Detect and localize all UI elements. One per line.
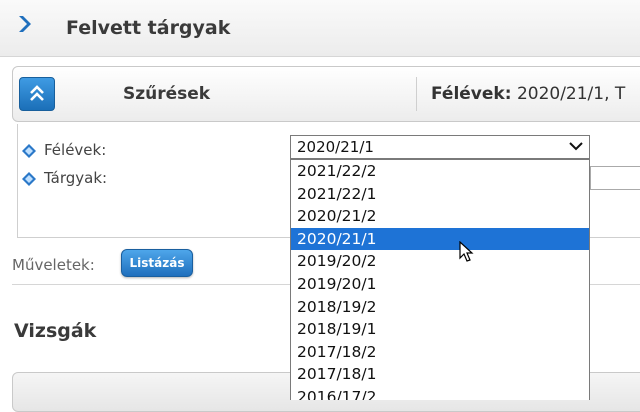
- dropdown-option[interactable]: 2018/19/2: [291, 296, 589, 319]
- chevron-right-icon[interactable]: [14, 14, 34, 34]
- diamond-bullet-icon: [22, 172, 36, 186]
- semester-dropdown-list: 2021/22/2 2021/22/1 2020/21/2 2020/21/1 …: [290, 159, 590, 400]
- double-chevron-up-icon: [30, 85, 44, 101]
- diamond-bullet-icon: [22, 144, 36, 158]
- filter-bar: Szűrések Félévek: 2020/21/1, T: [12, 66, 640, 122]
- semester-select[interactable]: 2020/21/1: [290, 135, 590, 159]
- chevron-down-icon: [569, 142, 583, 151]
- list-button[interactable]: Listázás: [121, 249, 193, 277]
- dropdown-option[interactable]: 2019/20/2: [291, 250, 589, 273]
- divider: [416, 77, 417, 111]
- dropdown-option-selected[interactable]: 2020/21/1: [291, 227, 589, 251]
- dropdown-option[interactable]: 2021/22/1: [291, 183, 589, 206]
- exams-title: Vizsgák: [14, 320, 97, 342]
- dropdown-option[interactable]: 2019/20/1: [291, 273, 589, 296]
- dropdown-option[interactable]: 2017/18/2: [291, 341, 589, 364]
- actions-label: Műveletek:: [12, 256, 95, 274]
- subjects-label: Tárgyak:: [44, 169, 108, 187]
- page-header: Felvett tárgyak: [0, 0, 640, 57]
- summary-value: 2020/21/1, T: [516, 84, 626, 104]
- dropdown-option[interactable]: 2016/17/2: [291, 386, 589, 400]
- mouse-cursor-icon: [459, 241, 474, 262]
- filter-title: Szűrések: [123, 84, 211, 104]
- subjects-input[interactable]: [590, 166, 640, 190]
- semester-summary: Félévek: 2020/21/1, T: [431, 84, 625, 104]
- collapse-filters-button[interactable]: [19, 77, 55, 111]
- semesters-label: Félévek:: [44, 141, 107, 159]
- dropdown-option[interactable]: 2018/19/1: [291, 318, 589, 341]
- dropdown-option[interactable]: 2021/22/2: [291, 160, 589, 183]
- dropdown-option[interactable]: 2017/18/1: [291, 363, 589, 386]
- dropdown-option[interactable]: 2020/21/2: [291, 205, 589, 228]
- page-title: Felvett tárgyak: [66, 17, 231, 39]
- selected-semester: 2020/21/1: [297, 138, 374, 156]
- summary-label: Félévek:: [431, 84, 512, 104]
